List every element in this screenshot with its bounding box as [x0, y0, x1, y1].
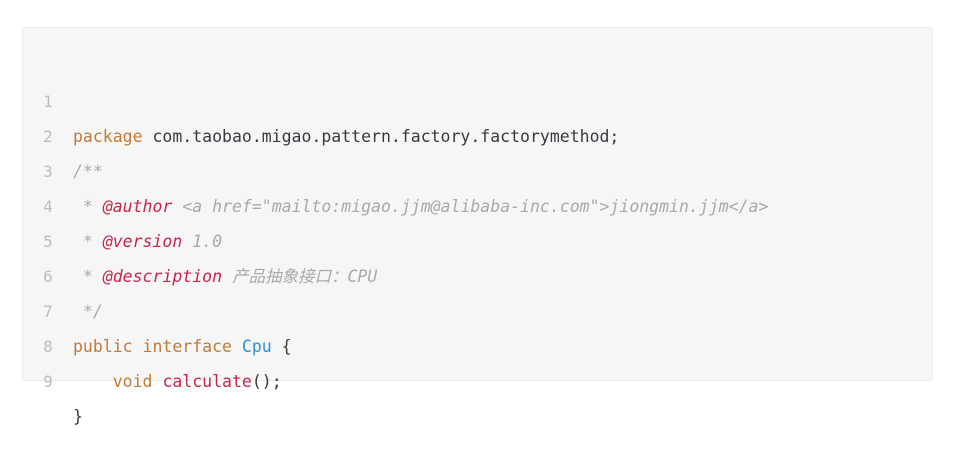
code-line-2: 2 /**: [23, 84, 932, 181]
line-number: 9: [43, 372, 53, 391]
code-line-4: 4 * @version 1.0: [23, 154, 932, 251]
code-block: 1 package com.taobao.migao.pattern.facto…: [22, 27, 933, 426]
keyword-void: void: [112, 372, 153, 391]
code-line-9: 9 }: [23, 329, 932, 426]
code-content: void calculate();: [73, 364, 282, 399]
code-line-3: 3 * @author <a href="mailto:migao.jjm@al…: [23, 119, 932, 216]
code-lines: 1 package com.taobao.migao.pattern.facto…: [23, 49, 932, 426]
method-name: calculate: [162, 372, 252, 391]
code-line-5: 5 * @description 产品抽象接口：CPU: [23, 189, 932, 286]
code-line-1: 1 package com.taobao.migao.pattern.facto…: [23, 49, 932, 146]
code-line-6: 6 */: [23, 224, 932, 321]
close-brace: }: [73, 407, 83, 426]
code-line-8: 8 void calculate();: [23, 294, 932, 391]
method-parens: ();: [251, 372, 282, 391]
code-line-7: 7 public interface Cpu {: [23, 259, 932, 356]
code-content: }: [73, 399, 83, 434]
